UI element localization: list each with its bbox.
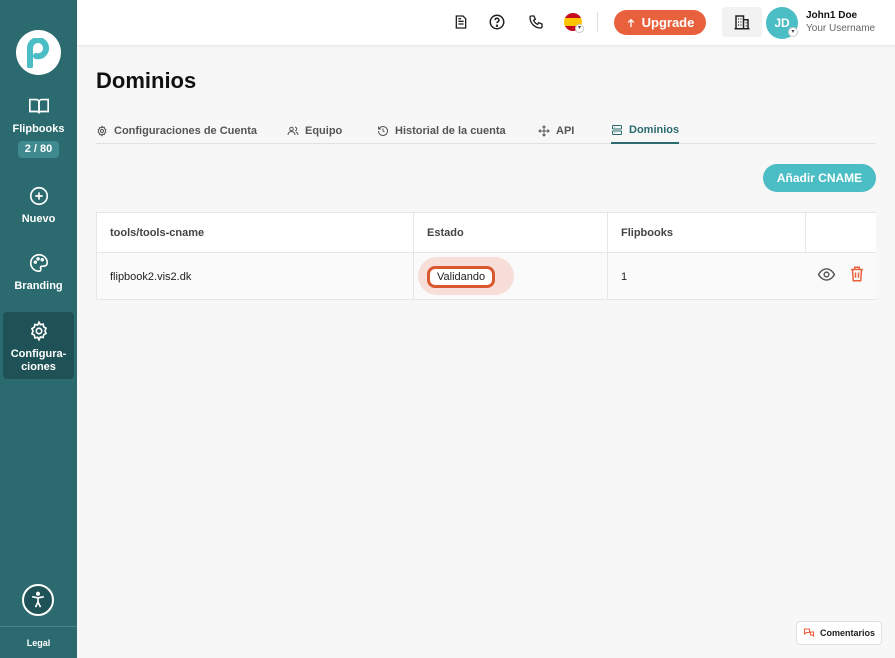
help-icon[interactable] (487, 12, 507, 32)
table-row: flipbook2.vis2.dk Validando 1 (97, 253, 876, 299)
arrow-up-icon (627, 18, 635, 27)
add-cname-button[interactable]: Añadir CNAME (763, 164, 876, 192)
building-icon (734, 15, 750, 30)
chevron-down-icon: ▾ (788, 27, 798, 37)
top-header: ▾ Upgrade JD ▾ John1 Doe Your Username (77, 0, 895, 45)
status-cell: Validando (413, 253, 607, 299)
sidebar-item-label-line1: Configura- (10, 348, 67, 360)
domain-cell: flipbook2.vis2.dk (110, 270, 192, 283)
feedback-button[interactable]: Comentarios (796, 621, 882, 645)
delete-icon[interactable] (848, 265, 866, 288)
accessibility-button[interactable] (22, 584, 54, 616)
tab-label: Configuraciones de Cuenta (114, 125, 258, 137)
feedback-label: Comentarios (819, 628, 875, 638)
chat-bubbles-icon (803, 628, 815, 638)
logo-p-icon (26, 37, 49, 68)
tab-label: Dominios (629, 124, 680, 136)
tab-dominios[interactable]: Dominios (611, 118, 680, 144)
plus-circle-icon (29, 186, 48, 206)
table-header: tools/tools-cname Estado Flipbooks (97, 213, 876, 253)
tab-configuraciones-de-cuenta[interactable]: Configuraciones de Cuenta (96, 118, 257, 144)
gear-icon (97, 125, 107, 137)
sidebar-item-nuevo[interactable]: Nuevo (3, 185, 74, 226)
sidebar: Flipbooks 2 / 80 Nuevo Branding Configur… (0, 0, 77, 658)
row-actions (817, 253, 866, 299)
tab-label: API (556, 125, 575, 137)
flipbooks-count-cell: 1 (607, 253, 805, 299)
view-icon[interactable] (817, 265, 836, 289)
sidebar-divider (0, 626, 77, 627)
sidebar-item-label: Branding (14, 280, 63, 292)
sidebar-item-label: Flipbooks (12, 123, 65, 135)
chevron-down-icon: ▾ (575, 24, 584, 33)
flipbook-count-badge: 2 / 80 (17, 141, 60, 158)
tab-label: Historial de la cuenta (395, 125, 506, 137)
page-title: Dominios (96, 68, 197, 93)
sidebar-item-label: Nuevo (21, 213, 56, 225)
users-icon (287, 126, 299, 136)
palette-icon (29, 253, 48, 273)
tab-api[interactable]: API (538, 118, 574, 144)
legal-link[interactable]: Legal (0, 638, 77, 648)
document-icon[interactable] (451, 12, 471, 32)
column-header-domain: tools/tools-cname (110, 226, 205, 239)
header-divider (597, 12, 598, 32)
history-icon (378, 126, 388, 136)
phone-icon[interactable] (526, 12, 546, 32)
book-open-icon (28, 98, 49, 114)
upgrade-button[interactable]: Upgrade (614, 10, 706, 35)
settings-tabs: Configuraciones de Cuenta Equipo Histori… (96, 118, 876, 144)
status-wrapper: Validando (418, 256, 514, 295)
sidebar-item-flipbooks[interactable]: Flipbooks 2 / 80 (3, 95, 74, 158)
sidebar-item-label-line2: ciones (21, 361, 56, 373)
upgrade-label: Upgrade (641, 15, 695, 30)
accessibility-icon (31, 591, 45, 608)
company-button[interactable] (722, 7, 762, 37)
user-subtitle: Your Username (806, 23, 876, 34)
app-logo[interactable] (16, 30, 61, 75)
tab-label: Equipo (305, 125, 343, 137)
column-header-actions (805, 213, 876, 252)
tab-equipo[interactable]: Equipo (287, 118, 342, 144)
column-header-flipbooks: Flipbooks (607, 213, 805, 252)
user-name: John1 Doe (806, 10, 858, 21)
server-icon (612, 125, 622, 135)
column-header-estado: Estado (413, 213, 607, 252)
sidebar-item-configuraciones[interactable]: Configura- ciones (3, 312, 74, 379)
tab-historial[interactable]: Historial de la cuenta (377, 118, 506, 144)
sidebar-item-branding[interactable]: Branding (3, 252, 74, 293)
move-icon (538, 125, 550, 137)
gear-icon (30, 320, 47, 342)
domains-table: tools/tools-cname Estado Flipbooks flipb… (96, 212, 876, 300)
status-badge: Validando (427, 265, 496, 288)
